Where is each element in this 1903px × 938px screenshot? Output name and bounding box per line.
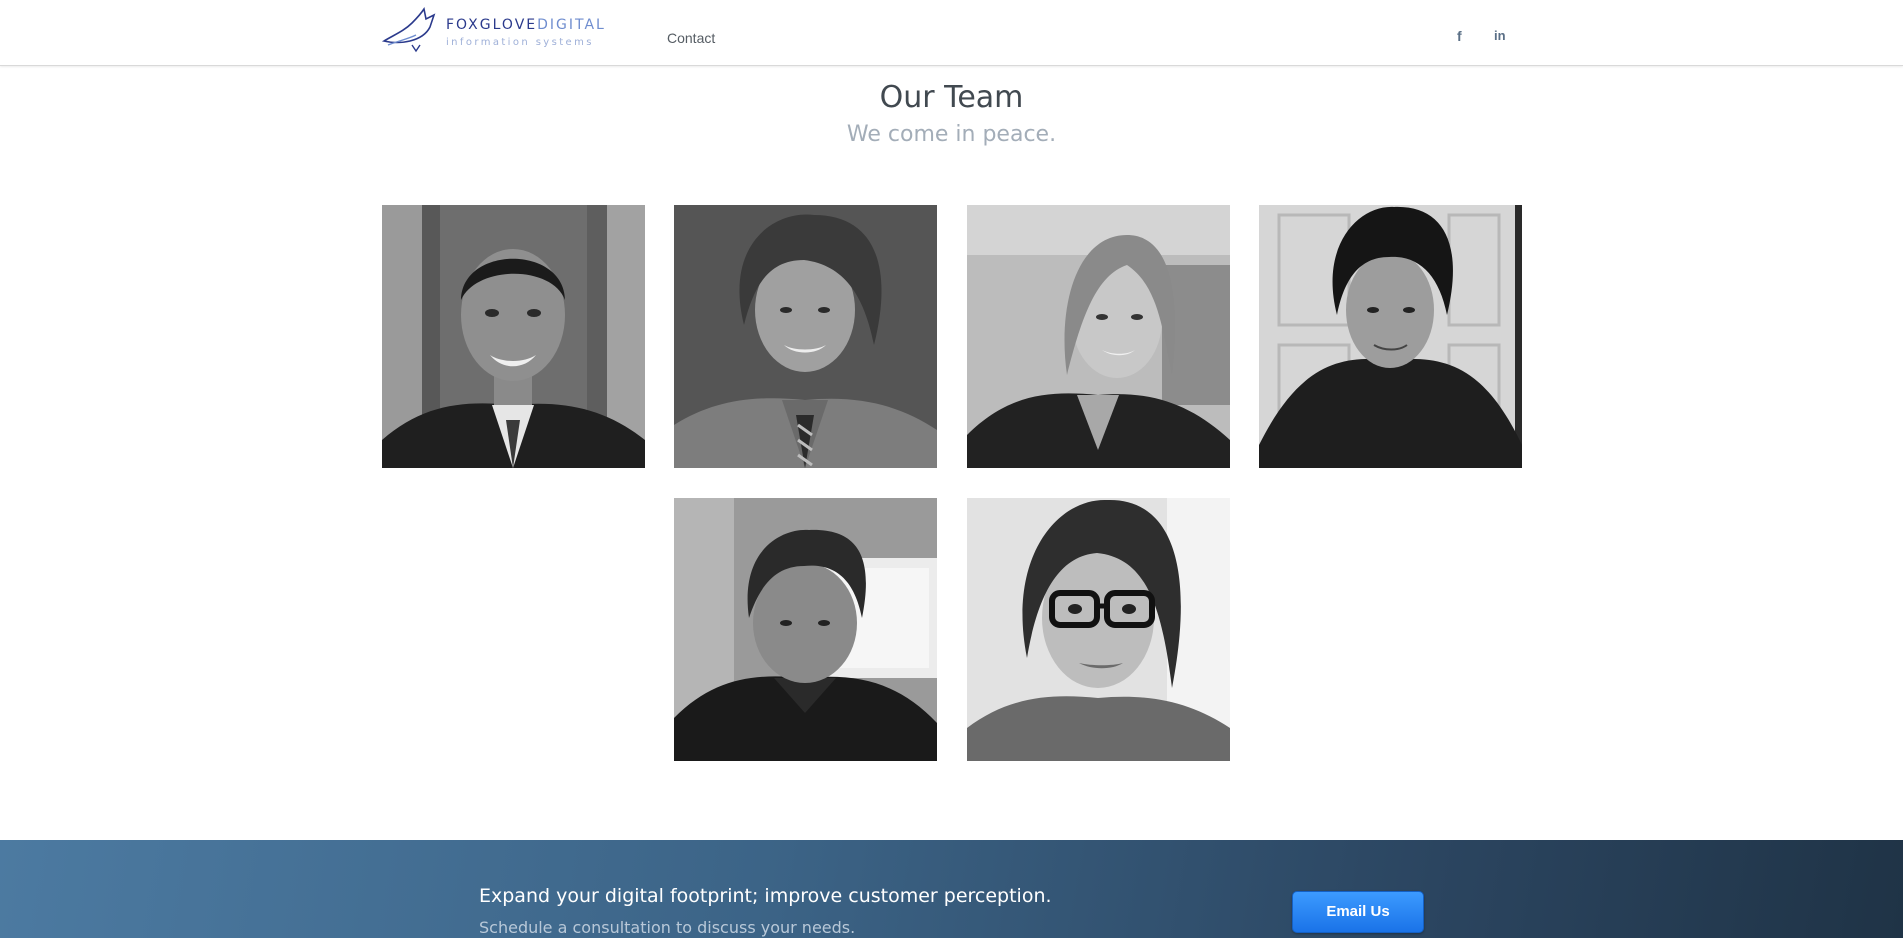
- fox-logo-icon: [382, 6, 436, 53]
- team-member-photo-6: [967, 498, 1230, 761]
- cta-title: Expand your digital footprint; improve c…: [479, 885, 1052, 907]
- team-section-title: Our Team: [879, 80, 1024, 115]
- team-member-photo-4: [1259, 205, 1522, 468]
- logo[interactable]: FOXGLOVEDIGITAL information systems: [382, 5, 604, 55]
- team-member-photo-3: [967, 205, 1230, 468]
- logo-brand-part2: DIGITAL: [537, 17, 606, 33]
- logo-wordmark: FOXGLOVEDIGITAL: [446, 17, 606, 33]
- team-section-subtitle: We come in peace.: [846, 122, 1057, 147]
- team-member-photo-5: [674, 498, 937, 761]
- site-header: FOXGLOVEDIGITAL information systems Cont…: [0, 0, 1903, 66]
- logo-tagline: information systems: [446, 37, 594, 48]
- logo-brand-part1: FOXGLOVE: [446, 17, 538, 33]
- facebook-icon[interactable]: f: [1457, 28, 1462, 44]
- nav-contact-link[interactable]: Contact: [667, 30, 715, 46]
- cta-subtitle: Schedule a consultation to discuss your …: [479, 918, 856, 937]
- linkedin-icon[interactable]: in: [1494, 28, 1506, 43]
- team-member-photo-1: [382, 205, 645, 468]
- team-member-photo-2: [674, 205, 937, 468]
- cta-banner: Expand your digital footprint; improve c…: [0, 840, 1903, 938]
- email-us-button[interactable]: Email Us: [1292, 891, 1424, 933]
